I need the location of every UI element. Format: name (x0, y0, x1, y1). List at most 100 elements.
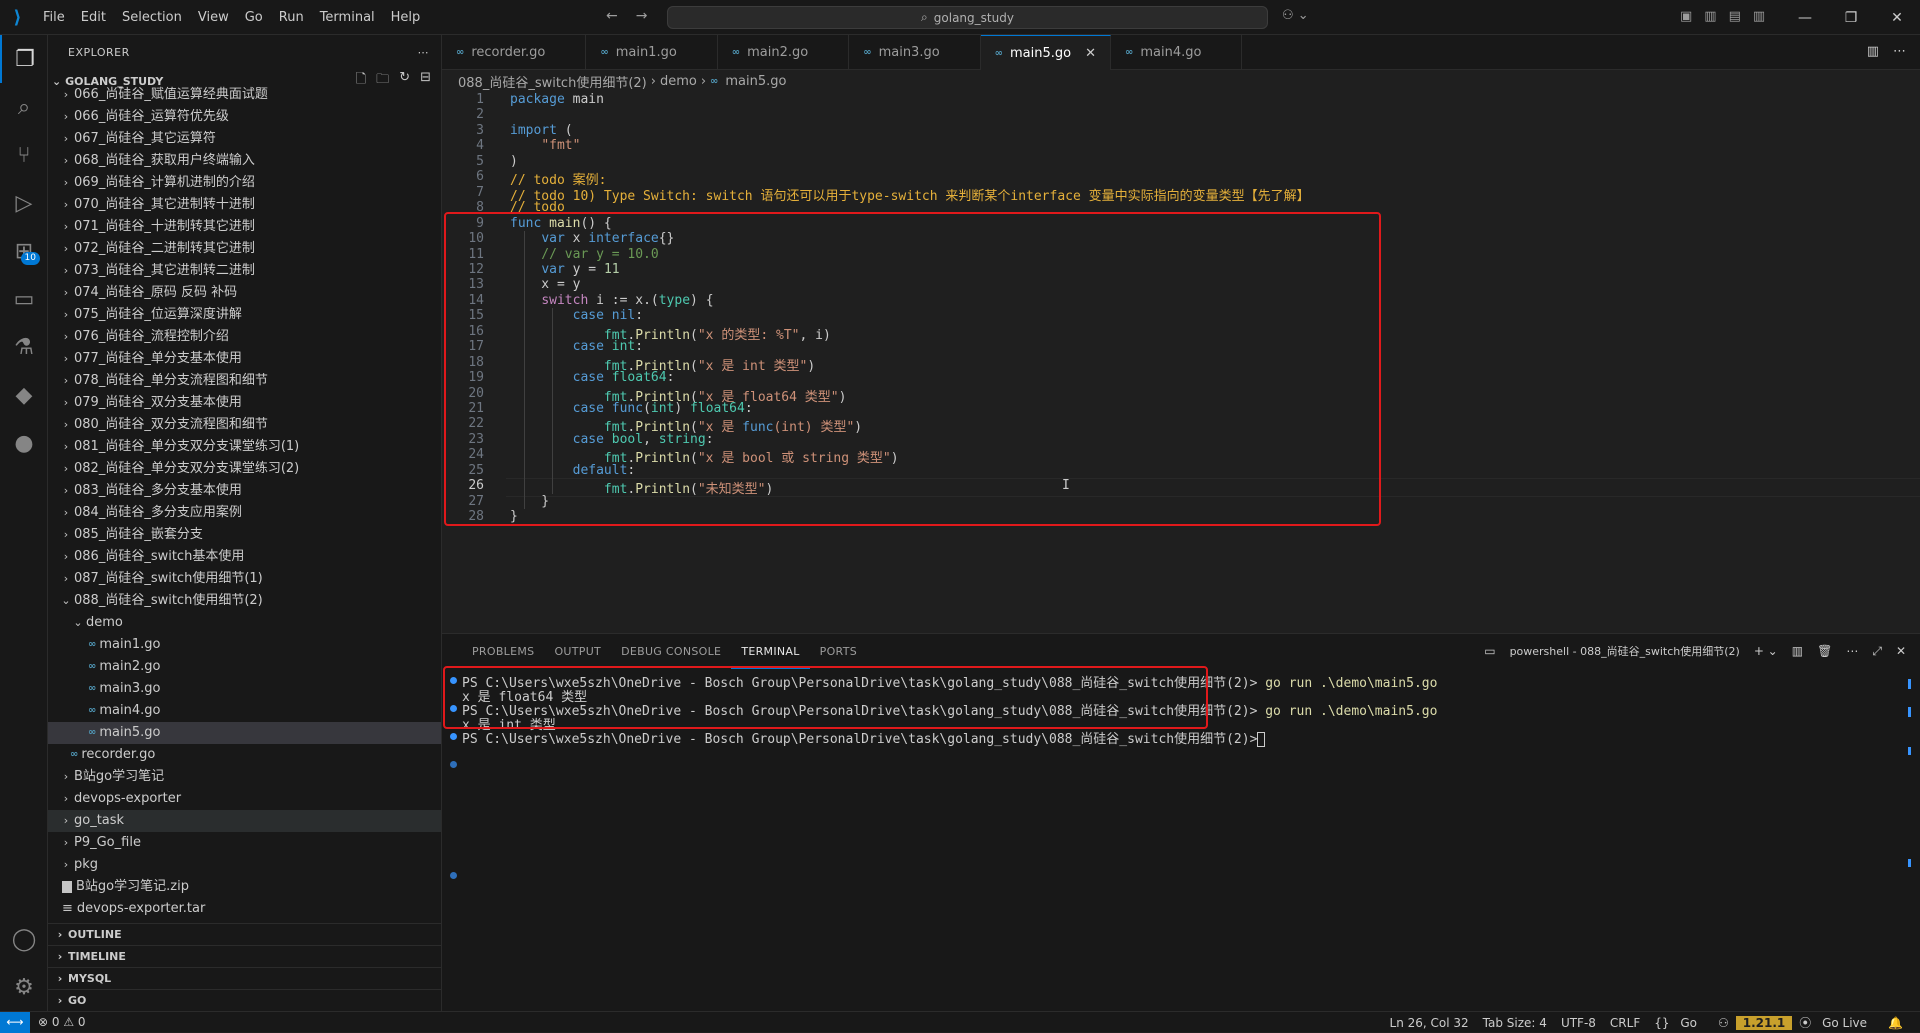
folder-item[interactable]: › go_task (48, 810, 441, 832)
menu-run[interactable]: Run (271, 0, 312, 35)
new-file-icon[interactable]: 🗋 (356, 70, 366, 92)
file-item[interactable]: ∞ main5.go (48, 722, 441, 744)
terminal-shell-label[interactable]: powershell - 088_尚硅谷_switch使用细节(2) (1510, 643, 1740, 659)
tab-main4-go[interactable]: ∞ main4.go (1111, 35, 1243, 70)
folder-item[interactable]: › 078_尚硅谷_单分支流程图和细节 (48, 370, 441, 392)
explorer-icon[interactable]: ❐ (0, 35, 48, 83)
file-item[interactable]: ∞ main3.go (48, 678, 441, 700)
folder-item[interactable]: ⌄ 088_尚硅谷_switch使用细节(2) (48, 590, 441, 612)
folder-item[interactable]: › 072_尚硅谷_二进制转其它进制 (48, 238, 441, 260)
breadcrumb-file[interactable]: main5.go (725, 74, 786, 89)
close-icon[interactable]: ✕ (1085, 46, 1096, 61)
breadcrumb-folder[interactable]: 088_尚硅谷_switch使用细节(2) (458, 72, 647, 91)
language-mode[interactable]: {} Go (1647, 1016, 1711, 1030)
panel-tab-problems[interactable]: PROBLEMS (462, 635, 544, 668)
maximize-panel-icon[interactable]: ⤢ (1872, 644, 1882, 659)
menu-file[interactable]: File (35, 0, 73, 35)
customize-layout-icon[interactable]: ▣ (1680, 9, 1692, 24)
tab-size[interactable]: Tab Size: 4 (1476, 1016, 1554, 1030)
folder-item[interactable]: › 079_尚硅谷_双分支基本使用 (48, 392, 441, 414)
panel-more-icon[interactable]: ⋯ (1846, 644, 1858, 658)
menu-terminal[interactable]: Terminal (312, 0, 383, 35)
folder-item[interactable]: › 073_尚硅谷_其它进制转二进制 (48, 260, 441, 282)
panel-tab-terminal[interactable]: TERMINAL (731, 635, 810, 669)
folder-item[interactable]: › 082_尚硅谷_单分支双分支课堂练习(2) (48, 458, 441, 480)
file-item[interactable]: ∞ main4.go (48, 700, 441, 722)
copilot-status-icon[interactable]: ⚇ (1711, 1016, 1736, 1030)
go-live[interactable]: ⦿ Go Live (1792, 1014, 1881, 1031)
refresh-icon[interactable]: ↻ (399, 70, 410, 92)
panel-tab-output[interactable]: OUTPUT (544, 635, 611, 668)
panel-tab-debug-console[interactable]: DEBUG CONSOLE (611, 635, 731, 668)
folder-item[interactable]: › 074_尚硅谷_原码 反码 补码 (48, 282, 441, 304)
remote-indicator-icon[interactable]: ⟷ (0, 1011, 30, 1033)
toggle-secondary-sidebar-icon[interactable]: ▥ (1753, 9, 1765, 24)
menu-edit[interactable]: Edit (73, 0, 114, 35)
folder-item[interactable]: › P9_Go_file (48, 832, 441, 854)
command-center[interactable]: ⌕ golang_study (667, 6, 1268, 29)
folder-item[interactable]: › 076_尚硅谷_流程控制介绍 (48, 326, 441, 348)
tab-recorder-go[interactable]: ∞ recorder.go (442, 35, 587, 70)
tab-main3-go[interactable]: ∞ main3.go (849, 35, 981, 70)
json-icon[interactable]: ● (0, 419, 48, 467)
file-item[interactable]: ∞ main2.go (48, 656, 441, 678)
tab-main1-go[interactable]: ∞ main1.go (586, 35, 718, 70)
problems-status[interactable]: ⊗ 0 ⚠ 0 (30, 1015, 94, 1029)
folder-item[interactable]: › 080_尚硅谷_双分支流程图和细节 (48, 414, 441, 436)
panel-tab-ports[interactable]: PORTS (810, 635, 867, 668)
folder-item[interactable]: › pkg (48, 854, 441, 876)
testing-icon[interactable]: ⚗ (0, 323, 48, 371)
folder-item[interactable]: › B站go学习笔记 (48, 766, 441, 788)
menu-selection[interactable]: Selection (114, 0, 190, 35)
close-panel-icon[interactable]: ✕ (1896, 644, 1906, 658)
split-terminal-icon[interactable]: ▥ (1792, 644, 1803, 658)
forward-arrow-icon[interactable]: → (636, 8, 648, 24)
kill-terminal-icon[interactable]: 🗑 (1817, 644, 1832, 658)
editor-more-icon[interactable]: ⋯ (1893, 44, 1906, 59)
go-version[interactable]: 1.21.1 (1735, 1015, 1793, 1030)
source-control-icon[interactable]: ⑂ (0, 131, 48, 179)
folder-item[interactable]: › 086_尚硅谷_switch基本使用 (48, 546, 441, 568)
search-view-icon[interactable]: ⌕ (0, 83, 48, 131)
minimize-icon[interactable]: — (1782, 0, 1828, 35)
code-editor[interactable]: 1 package main 2 3 import (4 "fmt" 5) 6 // todo… (442, 92, 1920, 633)
mysql-panel[interactable]: › MYSQL (48, 967, 441, 989)
file-item[interactable]: B站go学习笔记.zip (48, 876, 441, 898)
eol[interactable]: CRLF (1603, 1016, 1647, 1030)
folder-item[interactable]: › 085_尚硅谷_嵌套分支 (48, 524, 441, 546)
close-window-icon[interactable]: ✕ (1874, 0, 1920, 35)
collapse-all-icon[interactable]: ⊟ (420, 70, 431, 92)
outline-panel[interactable]: › OUTLINE (48, 923, 441, 945)
file-item[interactable]: ≡ devops-exporter.tar (48, 898, 441, 920)
restore-icon[interactable]: ❐ (1828, 0, 1874, 35)
run-debug-icon[interactable]: ▷ (0, 179, 48, 227)
timeline-panel[interactable]: › TIMELINE (48, 945, 441, 967)
folder-item[interactable]: › 087_尚硅谷_switch使用细节(1) (48, 568, 441, 590)
folder-item[interactable]: › 083_尚硅谷_多分支基本使用 (48, 480, 441, 502)
folder-item[interactable]: › 070_尚硅谷_其它进制转十进制 (48, 194, 441, 216)
folder-item[interactable]: › devops-exporter (48, 788, 441, 810)
folder-item[interactable]: › 081_尚硅谷_单分支双分支课堂练习(1) (48, 436, 441, 458)
go-panel[interactable]: › GO (48, 989, 441, 1011)
toggle-sidebar-icon[interactable]: ▥ (1704, 9, 1716, 24)
extensions-icon[interactable]: ⊞ 10 (0, 227, 48, 275)
back-arrow-icon[interactable]: ← (606, 8, 618, 24)
tab-main2-go[interactable]: ∞ main2.go (718, 35, 850, 70)
folder-item[interactable]: › 075_尚硅谷_位运算深度讲解 (48, 304, 441, 326)
remote-explorer-icon[interactable]: ▭ (0, 275, 48, 323)
folder-item[interactable]: › 066_尚硅谷_运算符优先级 (48, 106, 441, 128)
new-terminal-icon[interactable]: + ⌄ (1754, 644, 1778, 658)
toggle-panel-icon[interactable]: ▤ (1729, 9, 1741, 24)
folder-item[interactable]: › 071_尚硅谷_十进制转其它进制 (48, 216, 441, 238)
folder-item-demo[interactable]: ⌄ demo (48, 612, 441, 634)
more-actions-icon[interactable]: ⋯ (418, 46, 430, 59)
python-icon[interactable]: ◆ (0, 371, 48, 419)
accounts-icon[interactable]: ◯ (0, 915, 48, 963)
file-item[interactable]: ∞ main1.go (48, 634, 441, 656)
file-item-recorder[interactable]: ∞ recorder.go (48, 744, 441, 766)
folder-item[interactable]: › 084_尚硅谷_多分支应用案例 (48, 502, 441, 524)
notifications-icon[interactable]: 🔔 (1881, 1016, 1910, 1030)
tab-main5-go[interactable]: ∞ main5.go ✕ (980, 35, 1112, 70)
menu-go[interactable]: Go (237, 0, 271, 35)
folder-item[interactable]: › 069_尚硅谷_计算机进制的介绍 (48, 172, 441, 194)
